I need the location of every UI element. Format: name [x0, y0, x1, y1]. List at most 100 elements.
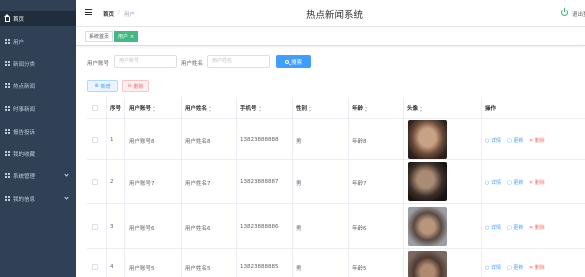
- sidebar-item-my-info[interactable]: 我的信息: [0, 191, 76, 206]
- sidebar-item-label: 首页: [13, 16, 25, 23]
- grid-icon: [4, 173, 10, 179]
- delete-button[interactable]: ✕ 删除: [529, 137, 545, 144]
- cell-age: 年龄5: [352, 266, 367, 272]
- sidebar-item-favorites[interactable]: 我的收藏: [0, 146, 76, 161]
- table-header: 序号 用户账号 用户姓名 手机号 性别 年龄 头像 操作: [87, 97, 585, 119]
- row-checkbox[interactable]: [92, 137, 98, 143]
- search-button-label: 搜索: [290, 59, 302, 66]
- account-search-input[interactable]: 用户账号: [114, 55, 177, 68]
- tags-view: 系统首页 用户 ×: [76, 27, 585, 46]
- delete-button[interactable]: ✕ 删除: [529, 224, 545, 231]
- power-icon[interactable]: [561, 8, 568, 16]
- table-row: 1 用户账号8 用户姓名8 13823888888 男 年龄8 ○ 详情 ▢ 更…: [87, 119, 585, 160]
- detail-button[interactable]: ○ 详情: [485, 137, 501, 144]
- cell-phone: 13823888886: [240, 224, 279, 230]
- cell-phone: 13823888885: [240, 264, 279, 270]
- cell-name: 用户姓名7: [185, 181, 211, 187]
- top-header: 首页 / 用户 热点新闻系统 退出登录: [76, 0, 585, 27]
- update-button[interactable]: ▢ 更新: [507, 137, 523, 144]
- sidebar-item-reports[interactable]: 报告投诉: [0, 124, 76, 139]
- update-button[interactable]: ▢ 更新: [507, 224, 523, 231]
- avatar: [408, 207, 447, 246]
- header-phone[interactable]: 手机号: [240, 104, 262, 112]
- delete-button-label: 删除: [133, 83, 144, 90]
- cell-index: 2: [110, 179, 114, 185]
- cell-gender: 男: [296, 226, 302, 232]
- grid-icon: [4, 39, 10, 45]
- grid-icon: [4, 83, 10, 89]
- tag-users[interactable]: 用户 ×: [114, 31, 139, 42]
- cell-account: 用户账号6: [129, 226, 155, 232]
- sidebar-item-label: 我的信息: [13, 196, 36, 203]
- search-button[interactable]: 搜索: [276, 55, 311, 68]
- cell-age: 年龄8: [352, 139, 367, 145]
- sidebar-item-label: 用户: [13, 39, 25, 46]
- chevron-down-icon: [64, 172, 69, 177]
- sidebar-item-label: 报告投诉: [13, 129, 36, 136]
- header-actions: 操作: [485, 106, 497, 112]
- avatar: [408, 162, 447, 201]
- sidebar-item-label: 系统管理: [13, 173, 36, 180]
- table-row: 4 用户账号5 用户姓名5 13823888885 男 年龄5 ○ 详情 ▢ 更…: [87, 249, 585, 277]
- grid-icon: [4, 196, 10, 202]
- delete-button[interactable]: ✕ 删除: [529, 264, 545, 271]
- table-row: 2 用户账号7 用户姓名7 13823888887 男 年龄7 ○ 详情 ▢ 更…: [87, 160, 585, 204]
- cell-index: 1: [110, 137, 114, 143]
- sort-icon[interactable]: [153, 105, 156, 112]
- minus-icon: ⊖: [127, 83, 132, 89]
- grid-icon: [4, 61, 10, 67]
- sort-icon[interactable]: [258, 105, 262, 112]
- chevron-down-icon: [64, 195, 69, 200]
- cell-index: 4: [110, 264, 114, 270]
- sidebar-item-users[interactable]: 用户: [0, 34, 76, 49]
- header-account[interactable]: 用户账号: [129, 104, 156, 112]
- cell-name: 用户姓名6: [185, 226, 211, 232]
- breadcrumb-home[interactable]: 首页: [103, 10, 114, 18]
- header-index: 序号: [110, 106, 122, 112]
- row-checkbox[interactable]: [92, 264, 98, 270]
- header-name[interactable]: 用户姓名: [185, 104, 212, 112]
- tag-home[interactable]: 系统首页: [85, 31, 114, 42]
- row-checkbox[interactable]: [92, 179, 98, 185]
- sidebar-item-news-category[interactable]: 新闻分类: [0, 56, 76, 71]
- grid-icon: [4, 151, 10, 157]
- update-button[interactable]: ▢ 更新: [507, 179, 523, 186]
- account-label: 用户账号: [87, 61, 110, 67]
- breadcrumb-separator: /: [118, 10, 120, 16]
- row-checkbox[interactable]: [92, 224, 98, 230]
- sidebar-item-system[interactable]: 系统管理: [0, 168, 76, 183]
- delete-button[interactable]: ✕ 删除: [529, 179, 545, 186]
- sidebar-item-home[interactable]: 首页: [0, 11, 76, 26]
- name-label: 用户姓名: [181, 61, 204, 67]
- menu-toggle-icon[interactable]: [85, 9, 92, 15]
- logout-link[interactable]: 退出登录: [572, 10, 585, 18]
- add-button[interactable]: ⊕ 新增: [87, 80, 118, 92]
- sort-icon[interactable]: [420, 105, 423, 112]
- sidebar-item-label: 热点新闻: [13, 83, 36, 90]
- sort-icon[interactable]: [365, 105, 368, 112]
- sort-icon[interactable]: [209, 105, 212, 112]
- detail-button[interactable]: ○ 详情: [485, 224, 501, 231]
- close-icon[interactable]: ×: [130, 34, 134, 40]
- detail-button[interactable]: ○ 详情: [485, 179, 501, 186]
- sidebar-item-hot-news[interactable]: 热点新闻: [0, 78, 76, 93]
- avatar: [408, 120, 447, 159]
- cell-account: 用户账号8: [129, 139, 155, 145]
- update-button[interactable]: ▢ 更新: [507, 264, 523, 271]
- batch-delete-button[interactable]: ⊖ 删除: [122, 80, 149, 92]
- sidebar-item-current-news[interactable]: 时事新闻: [0, 101, 76, 116]
- table-row: 3 用户账号6 用户姓名6 13823888886 男 年龄6 ○ 详情 ▢ 更…: [87, 204, 585, 249]
- header-age[interactable]: 年龄: [352, 104, 368, 112]
- name-search-input[interactable]: 用户姓名: [207, 55, 270, 68]
- sort-icon[interactable]: [309, 105, 312, 112]
- cell-account: 用户账号5: [129, 266, 155, 272]
- page-title: 热点新闻系统: [306, 10, 364, 21]
- plus-icon: ⊕: [94, 83, 99, 89]
- header-avatar[interactable]: 头像: [407, 104, 423, 112]
- breadcrumb-current: 用户: [124, 12, 136, 18]
- select-all-checkbox[interactable]: [92, 105, 98, 111]
- cell-gender: 男: [296, 181, 302, 187]
- cell-age: 年龄6: [352, 226, 367, 232]
- detail-button[interactable]: ○ 详情: [485, 264, 501, 271]
- header-gender[interactable]: 性别: [296, 104, 312, 112]
